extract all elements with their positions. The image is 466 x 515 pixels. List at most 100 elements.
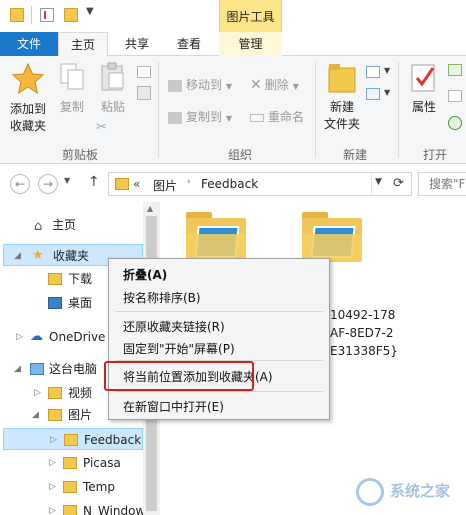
nav-label-picasa: Picasa: [83, 456, 121, 470]
nav-item-n-window[interactable]: ▷ N_Window: [0, 500, 143, 515]
nav-label-this-pc: 这台电脑: [49, 362, 98, 376]
tab-view[interactable]: 查看: [164, 32, 214, 56]
recent-dropdown-icon[interactable]: ▼: [64, 176, 70, 185]
chevron-right-icon: ▷: [34, 388, 41, 398]
move-to-dropdown-icon: ▼: [225, 82, 232, 91]
address-bar[interactable]: « 图片 › Feedback ▼ ⟳: [108, 172, 412, 196]
paste-shortcut-icon[interactable]: [137, 86, 151, 100]
file-2-name[interactable]: 10492-178 AF-8ED7-2 E31338F5}: [330, 306, 398, 360]
rename-button[interactable]: 重命名: [250, 108, 304, 125]
menu-separator: [115, 311, 323, 312]
search-input[interactable]: 搜索"F: [418, 172, 466, 196]
up-button[interactable]: ↑: [88, 174, 100, 190]
picasa-folder-icon: [63, 457, 77, 469]
add-to-favorites-label-1: 添加到: [9, 102, 46, 116]
new-group-label: 新建: [342, 148, 367, 162]
star-icon: [11, 62, 45, 95]
nav-label-home: 主页: [52, 218, 77, 232]
nav-label-downloads: 下载: [68, 272, 93, 286]
group-separator: [398, 62, 399, 158]
pictures-folder-icon: [48, 409, 62, 421]
menu-item-open-new-window[interactable]: 在新窗口中打开(E): [123, 398, 224, 415]
add-to-favorites-button[interactable]: 添加到 收藏夹: [6, 62, 50, 142]
context-tab-label: 图片工具: [226, 10, 275, 24]
downloads-folder-icon: [48, 273, 62, 285]
picture-tools-context-tab: 图片工具: [219, 0, 282, 32]
open-icon[interactable]: [448, 64, 462, 76]
chevron-right-icon: ▷: [49, 482, 56, 492]
tab-share[interactable]: 共享: [112, 32, 162, 56]
star-icon: ★: [32, 248, 44, 263]
edit-icon[interactable]: [448, 90, 462, 102]
chevron-down-icon: ◢: [14, 364, 21, 374]
easy-access-icon[interactable]: [366, 88, 380, 100]
nav-label-desktop: 桌面: [68, 296, 93, 310]
easy-access-dropdown-icon[interactable]: ▼: [384, 88, 390, 97]
scroll-up-icon[interactable]: ▲: [147, 204, 153, 213]
breadcrumb-feedback[interactable]: Feedback: [201, 177, 258, 191]
delete-label: 删除: [264, 78, 289, 92]
menu-item-restore-favorites[interactable]: 还原收藏夹链接(R): [123, 318, 225, 335]
tab-file[interactable]: 文件: [0, 32, 58, 56]
copy-to-dropdown-icon: ▼: [225, 114, 232, 123]
menu-item-collapse[interactable]: 折叠(A): [123, 266, 167, 283]
new-folder-button[interactable]: 新建 文件夹: [320, 62, 364, 132]
forward-button[interactable]: →: [38, 174, 58, 194]
properties-quick-icon[interactable]: [40, 8, 54, 22]
file-2-name-line-3: E31338F5}: [330, 344, 398, 358]
refresh-icon[interactable]: ⟳: [393, 176, 404, 191]
title-bar: ▼ 图片工具: [0, 0, 466, 32]
nav-item-temp[interactable]: ▷ Temp: [0, 476, 143, 498]
tab-manage[interactable]: 管理: [219, 32, 282, 56]
move-to-button[interactable]: 移动到 ▼: [168, 76, 232, 93]
computer-icon: [30, 363, 44, 375]
copy-to-icon: [168, 111, 182, 124]
nav-item-home[interactable]: ⌂ 主页: [0, 214, 143, 236]
nav-label-favorites: 收藏夹: [53, 249, 90, 263]
copy-path-icon[interactable]: [137, 66, 151, 78]
move-to-label: 移动到: [186, 78, 223, 92]
divider: [371, 173, 372, 195]
nav-item-feedback[interactable]: ▷ Feedback: [3, 428, 143, 450]
address-chevrons[interactable]: «: [133, 177, 140, 191]
watermark-logo-icon: [356, 478, 384, 506]
chevron-right-icon: ▷: [49, 506, 56, 515]
new-folder-quick-icon[interactable]: [64, 8, 78, 22]
copy-button[interactable]: 复制: [56, 62, 88, 122]
nav-item-picasa[interactable]: ▷ Picasa: [0, 452, 143, 474]
properties-button[interactable]: 属性: [404, 62, 444, 115]
breadcrumb-separator-icon: ›: [187, 177, 191, 187]
tab-home[interactable]: 主页: [58, 32, 108, 57]
back-button[interactable]: ←: [10, 174, 30, 194]
address-dropdown-icon[interactable]: ▼: [375, 177, 382, 187]
feedback-folder-icon: [64, 434, 78, 446]
cut-icon[interactable]: ✂: [96, 120, 107, 135]
new-item-dropdown-icon[interactable]: ▼: [384, 66, 390, 75]
highlight-box: [104, 361, 254, 391]
paste-button[interactable]: 粘贴: [96, 62, 130, 122]
copy-icon: [60, 63, 84, 90]
cloud-icon: ☁: [30, 329, 43, 344]
chevron-right-icon: ▷: [16, 332, 23, 342]
clipboard-group-label: 剪贴板: [61, 148, 98, 162]
videos-folder-icon: [48, 387, 62, 399]
nav-label-temp: Temp: [83, 480, 115, 494]
delete-x-icon: ✕: [250, 77, 262, 93]
breadcrumb-pictures[interactable]: 图片: [153, 177, 177, 194]
delete-button[interactable]: ✕ 删除 ▼: [250, 76, 299, 93]
chevron-down-icon: ◢: [14, 251, 21, 261]
address-row: ← → ▼ ↑ « 图片 › Feedback ▼ ⟳ 搜索"F: [0, 164, 466, 202]
file-2-name-line-1: 10492-178: [330, 308, 396, 322]
paste-label: 粘贴: [100, 100, 125, 114]
menu-item-sort-by-name[interactable]: 按名称排序(B): [123, 289, 201, 306]
folder-thumbnail-2[interactable]: [302, 212, 362, 262]
chevron-down-icon: ◢: [32, 410, 39, 420]
desktop-icon: [48, 297, 62, 309]
quick-access-dropdown-icon[interactable]: ▼: [86, 6, 94, 17]
menu-item-pin-to-start[interactable]: 固定到"开始"屏幕(P): [123, 340, 235, 357]
folder-thumbnail-1[interactable]: [186, 212, 246, 262]
organize-group-label: 组织: [227, 148, 252, 162]
copy-to-button[interactable]: 复制到 ▼: [168, 108, 232, 125]
new-item-icon[interactable]: [366, 66, 380, 78]
history-icon[interactable]: [448, 116, 462, 130]
